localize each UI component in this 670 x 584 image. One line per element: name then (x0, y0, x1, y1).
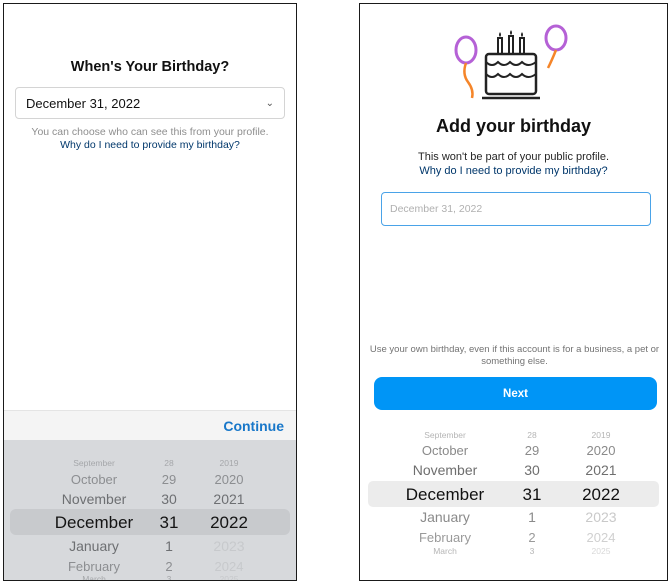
picker-day-option[interactable]: 2 (512, 530, 552, 545)
date-picker-wheel[interactable]: September October November December January F… (4, 440, 296, 580)
why-birthday-link[interactable]: Why do I need to provide my birthday? (4, 139, 296, 152)
picker-day-option[interactable]: 2 (149, 559, 189, 574)
picker-toolbar: Continue (4, 410, 296, 440)
balloon-icon (544, 24, 568, 52)
balloon-icon (454, 35, 478, 65)
picker-day-option[interactable]: 29 (512, 443, 552, 458)
birthday-cake-icon (454, 24, 568, 100)
chevron-down-icon: ⌄ (265, 97, 274, 109)
birthday-select[interactable]: December 31, 2022 ⌄ (15, 87, 285, 119)
picker-day-option[interactable]: 3 (149, 574, 189, 580)
picker-month-option[interactable]: October (24, 472, 164, 487)
picker-month-option[interactable]: March (24, 574, 164, 580)
page-title: Add your birthday (435, 116, 591, 136)
birthday-hint: You can choose who can see this from you… (4, 126, 296, 152)
picker-year-option[interactable]: 2024 (556, 530, 646, 545)
right-phone-screen: Add your birthday This won't be part of … (359, 3, 668, 581)
picker-year-option[interactable]: 2020 (556, 443, 646, 458)
continue-button[interactable]: Continue (223, 418, 284, 434)
picker-month-option[interactable]: February (24, 559, 164, 574)
hint-text: You can choose who can see this from you… (31, 126, 269, 138)
picker-day-option[interactable]: 1 (512, 509, 552, 525)
picker-year-option[interactable]: 2023 (556, 509, 646, 525)
picker-month-option[interactable]: October (370, 443, 520, 458)
picker-year-option[interactable]: 2020 (189, 472, 269, 487)
picker-day-option[interactable]: 31 (512, 485, 552, 505)
picker-month-option[interactable]: December (370, 485, 520, 505)
birthday-input[interactable]: December 31, 2022 (381, 192, 651, 226)
picker-month-option[interactable]: March (370, 546, 520, 556)
picker-day-option[interactable]: 29 (149, 472, 189, 487)
picker-month-option[interactable]: February (370, 530, 520, 545)
picker-day-option[interactable]: 28 (149, 458, 189, 468)
subtitle-block: This won't be part of your public profil… (360, 150, 667, 178)
picker-day-option[interactable]: 30 (512, 462, 552, 478)
birthday-select-value: December 31, 2022 (26, 95, 141, 111)
birthday-note: Use your own birthday, even if this acco… (369, 344, 660, 367)
picker-month-option[interactable]: January (24, 538, 164, 554)
picker-day-option[interactable]: 3 (512, 546, 552, 556)
picker-day-option[interactable]: 28 (512, 430, 552, 440)
picker-month-option[interactable]: December (24, 513, 164, 533)
picker-month-option[interactable]: January (370, 509, 520, 525)
picker-year-option[interactable]: 2019 (556, 430, 646, 440)
next-button[interactable]: Next (374, 377, 657, 410)
picker-year-option[interactable]: 2022 (189, 513, 269, 533)
page-title: When's Your Birthday? (70, 59, 230, 75)
date-picker-wheel[interactable]: September October November December January F… (360, 422, 667, 562)
picker-year-option[interactable]: 2025 (189, 574, 269, 580)
picker-month-option[interactable]: September (370, 430, 520, 440)
picker-year-option[interactable]: 2021 (556, 462, 646, 478)
subtitle-text: This won't be part of your public profil… (417, 151, 610, 163)
picker-month-option[interactable]: September (24, 458, 164, 468)
picker-month-option[interactable]: November (370, 462, 520, 478)
left-phone-screen: When's Your Birthday? December 31, 2022 … (3, 3, 297, 581)
picker-year-option[interactable]: 2023 (189, 538, 269, 554)
birthday-input-placeholder: December 31, 2022 (390, 203, 483, 215)
picker-day-option[interactable]: 1 (149, 538, 189, 554)
why-birthday-link[interactable]: Why do I need to provide my birthday? (360, 164, 667, 178)
picker-year-option[interactable]: 2019 (189, 458, 269, 468)
picker-month-option[interactable]: November (24, 491, 164, 507)
picker-year-option[interactable]: 2021 (189, 491, 269, 507)
picker-day-option[interactable]: 31 (149, 513, 189, 533)
picker-day-option[interactable]: 30 (149, 491, 189, 507)
picker-year-option[interactable]: 2024 (189, 559, 269, 574)
picker-year-option[interactable]: 2025 (556, 546, 646, 556)
picker-year-option[interactable]: 2022 (556, 485, 646, 505)
